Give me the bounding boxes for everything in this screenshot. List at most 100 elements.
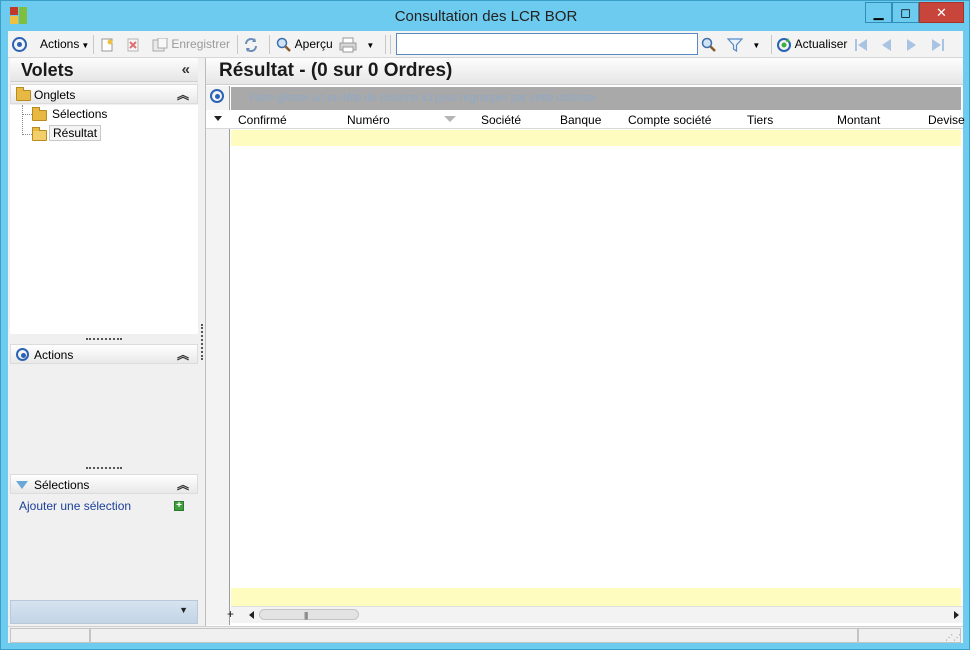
column-header-societe[interactable]: Société — [481, 113, 521, 127]
resize-grip-icon[interactable]: ⋰⋰ — [945, 633, 961, 642]
print-button[interactable]: ▼ — [339, 34, 374, 55]
toolbar-separator — [385, 35, 386, 54]
selections-section-header[interactable]: Sélections ︽ — [10, 474, 198, 494]
actions-menu-label: Actions — [40, 37, 80, 51]
delete-button[interactable] — [126, 34, 140, 55]
new-row-placeholder[interactable] — [231, 130, 961, 146]
close-button[interactable]: ✕ — [919, 2, 964, 23]
scroll-right-icon[interactable] — [954, 611, 959, 619]
status-cell — [90, 628, 858, 643]
status-cell — [10, 628, 90, 643]
search-button[interactable] — [701, 34, 717, 55]
group-by-hint: Faire glisser un en-tête de colonne ici … — [249, 92, 596, 104]
window-title: Consultation des LCR BOR — [394, 8, 578, 25]
refresh-icon — [245, 37, 257, 52]
horizontal-scrollbar[interactable]: + ||| — [227, 606, 963, 623]
target-icon[interactable] — [210, 89, 224, 103]
first-record-button[interactable] — [853, 34, 869, 55]
folder-icon — [32, 107, 47, 121]
filter-icon — [727, 38, 743, 52]
last-record-button[interactable] — [930, 34, 946, 55]
column-header-montant[interactable]: Montant — [837, 113, 880, 127]
toolbar-separator — [237, 35, 238, 54]
grid-column-headers: Confirmé Numéro Société Banque Compte so… — [206, 110, 965, 129]
delete-icon — [127, 38, 139, 52]
column-header-tiers[interactable]: Tiers — [747, 113, 773, 127]
column-header-banque[interactable]: Banque — [560, 113, 601, 127]
volets-header: Volets « — [10, 58, 198, 82]
status-bar: ⋰⋰ — [8, 626, 963, 643]
minimize-button[interactable]: ▁ — [865, 2, 892, 23]
save-icon — [152, 37, 168, 52]
actions-section-body — [10, 365, 198, 465]
folder-icon — [16, 87, 31, 101]
collapse-section-icon[interactable]: ︽ — [177, 346, 189, 363]
add-selection-link[interactable]: Ajouter une sélection — [19, 499, 131, 513]
expand-icon[interactable]: + — [227, 607, 234, 621]
scrollbar-thumb[interactable]: ||| — [259, 609, 359, 620]
column-chooser-icon[interactable] — [214, 116, 222, 121]
tree-item-resultat[interactable]: Résultat — [49, 125, 102, 141]
previous-record-button[interactable] — [879, 34, 893, 55]
column-header-devise[interactable]: Devise — [928, 113, 965, 127]
actions-section-header[interactable]: Actions ︽ — [10, 344, 198, 364]
collapse-section-icon[interactable]: ︽ — [177, 476, 189, 493]
first-icon — [855, 38, 867, 51]
chevron-down-icon: ▼ — [366, 41, 375, 50]
column-header-confirme[interactable]: Confirmé — [238, 113, 287, 127]
result-panel: Résultat - (0 sur 0 Ordres) Faire glisse… — [205, 58, 965, 626]
toolbar-separator — [93, 35, 94, 54]
volets-panel: Volets « Onglets ︽ Sélections Résultat A… — [8, 58, 200, 626]
next-icon — [907, 38, 916, 51]
search-field[interactable] — [396, 33, 698, 55]
print-icon — [339, 37, 357, 53]
actualiser-icon — [777, 37, 791, 52]
scroll-left-icon[interactable] — [249, 611, 254, 619]
result-header: Résultat - (0 sur 0 Ordres) — [206, 58, 963, 85]
refresh-button[interactable] — [243, 34, 259, 55]
group-by-area[interactable]: Faire glisser un en-tête de colonne ici … — [231, 87, 961, 110]
prev-icon — [882, 38, 891, 51]
section-resize-grip[interactable] — [86, 467, 122, 469]
save-button[interactable]: Enregistrer — [152, 34, 230, 55]
chevron-down-icon[interactable]: ▼ — [179, 605, 188, 615]
grid-row-selector-bar — [206, 86, 230, 625]
apercu-button[interactable]: Aperçu — [276, 34, 333, 55]
add-icon[interactable]: + — [174, 501, 184, 511]
toolbar-separator — [269, 35, 270, 54]
next-record-button[interactable] — [905, 34, 919, 55]
actualiser-label: Actualiser — [794, 37, 848, 51]
panel-splitter[interactable] — [201, 324, 203, 360]
toolbar-separator — [390, 35, 391, 54]
column-header-numero[interactable]: Numéro — [347, 113, 390, 127]
new-button[interactable] — [100, 34, 114, 55]
collapse-panel-icon[interactable]: « — [182, 61, 190, 78]
client-area: Actions ▼ Enregistrer Aperçu ▼ ▼ Actuali… — [8, 31, 965, 643]
tree-item-selections[interactable]: Sélections — [52, 107, 107, 121]
onglets-section-header[interactable]: Onglets ︽ — [10, 84, 198, 104]
section-resize-grip[interactable] — [86, 338, 122, 340]
column-header-compte-societe[interactable]: Compte société — [628, 113, 711, 127]
chevron-down-icon: ▼ — [81, 41, 90, 50]
summary-row — [231, 588, 961, 606]
target-button[interactable] — [12, 34, 27, 55]
actualiser-button[interactable]: Actualiser — [776, 34, 847, 55]
search-input[interactable] — [397, 34, 697, 54]
toolbar-separator — [771, 35, 772, 54]
search-icon — [276, 37, 291, 52]
search-icon — [701, 37, 716, 52]
selections-section-label: Sélections — [34, 478, 90, 492]
title-bar[interactable]: Consultation des LCR BOR ▁ ◻ ✕ — [1, 1, 969, 31]
open-folder-icon — [32, 127, 47, 141]
actions-menu-button[interactable]: Actions ▼ — [40, 34, 89, 55]
actions-section-label: Actions — [34, 348, 74, 362]
filter-button[interactable]: ▼ — [727, 34, 760, 55]
maximize-button[interactable]: ◻ — [892, 2, 919, 23]
apercu-label: Aperçu — [294, 37, 333, 51]
target-icon — [16, 348, 29, 361]
chevron-down-icon: ▼ — [752, 41, 761, 50]
volets-bottom-bar[interactable]: ▼ — [10, 600, 198, 624]
collapse-section-icon[interactable]: ︽ — [177, 86, 189, 103]
volets-title: Volets — [21, 60, 74, 80]
sort-indicator-icon[interactable] — [444, 116, 456, 122]
